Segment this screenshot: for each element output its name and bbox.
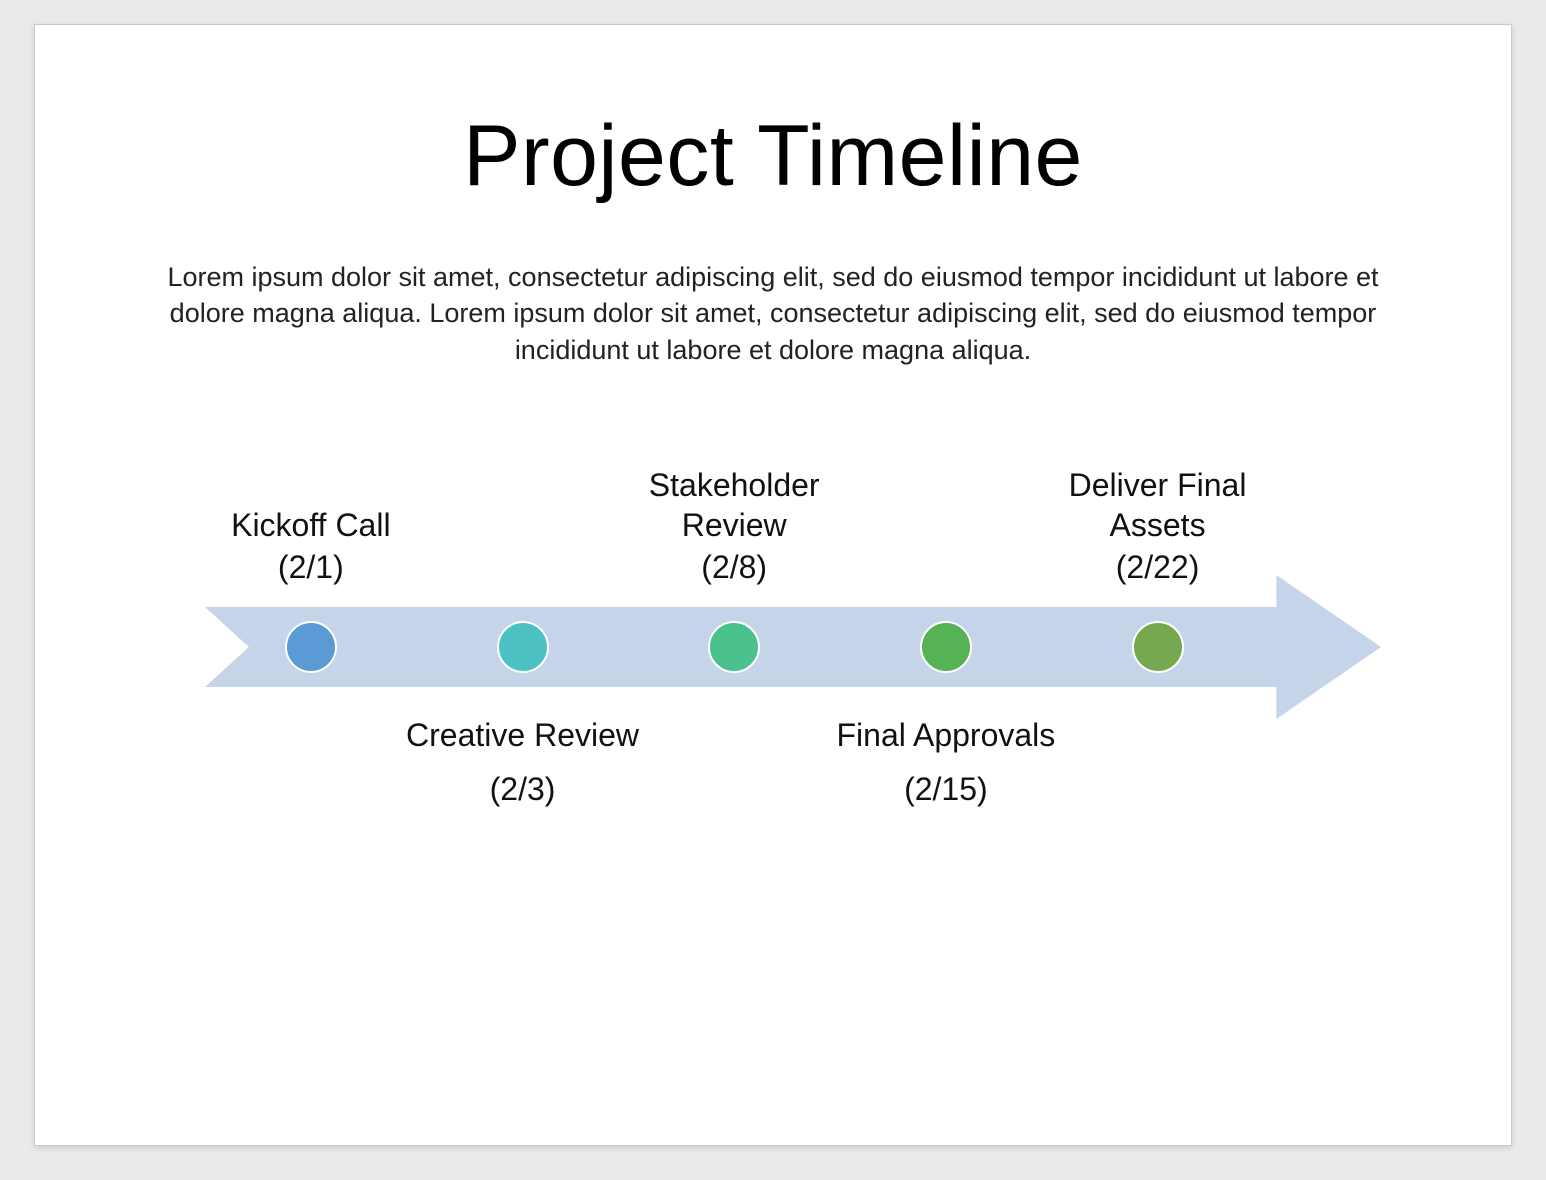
timeline-arrow: Kickoff Call(2/1)Creative Review(2/3)Sta…	[205, 597, 1381, 697]
milestone-name: Final Approvals	[836, 717, 1055, 753]
milestone-date: (2/15)	[816, 769, 1076, 809]
timeline-label: Creative Review (2/3)	[393, 715, 653, 809]
timeline-marker	[285, 621, 337, 673]
milestone-name: Stakeholder Review	[649, 467, 820, 543]
milestone-date: (2/8)	[604, 547, 864, 587]
timeline-marker	[497, 621, 549, 673]
timeline-marker	[1132, 621, 1184, 673]
timeline-marker	[708, 621, 760, 673]
timeline-label: Stakeholder Review(2/8)	[604, 465, 864, 587]
timeline-marker	[920, 621, 972, 673]
slide[interactable]: Project Timeline Lorem ipsum dolor sit a…	[34, 24, 1512, 1146]
timeline-label: Final Approvals (2/15)	[816, 715, 1076, 809]
milestone-name: Kickoff Call	[231, 507, 390, 543]
canvas: Project Timeline Lorem ipsum dolor sit a…	[0, 0, 1546, 1180]
slide-subtitle: Lorem ipsum dolor sit amet, consectetur …	[145, 259, 1401, 368]
timeline-label: Kickoff Call (2/1)	[181, 505, 441, 587]
slide-title: Project Timeline	[35, 107, 1511, 206]
timeline-label: Deliver Final Assets(2/22)	[1028, 465, 1288, 587]
milestone-name: Deliver Final Assets	[1069, 467, 1247, 543]
milestone-name: Creative Review	[406, 717, 639, 753]
milestone-date: (2/22)	[1028, 547, 1288, 587]
timeline-markers: Kickoff Call(2/1)Creative Review(2/3)Sta…	[205, 597, 1381, 697]
milestone-date: (2/3)	[393, 769, 653, 809]
milestone-date: (2/1)	[181, 547, 441, 587]
